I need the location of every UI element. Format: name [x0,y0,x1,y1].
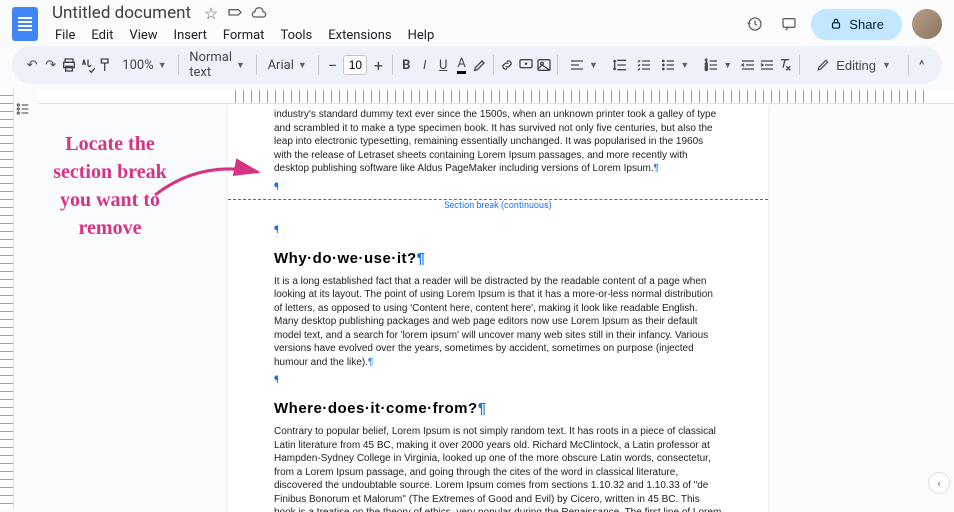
menu-extensions[interactable]: Extensions [321,25,398,46]
line-spacing-dropdown[interactable] [606,55,634,75]
toolbar: ↶ ↷ 100%▼ Normal text▼ Arial▼ − + B I U … [12,46,942,84]
font-dropdown[interactable]: Arial▼ [262,56,313,75]
menubar: File Edit View Insert Format Tools Exten… [48,25,743,46]
comments-icon[interactable] [777,12,801,36]
annotation-text: Locate the section break you want to rem… [40,130,180,242]
body-paragraph[interactable]: It is a long established fact that a rea… [274,275,722,370]
share-label: Share [849,17,884,32]
insert-comment-button[interactable] [517,52,533,78]
svg-text:3: 3 [705,66,708,72]
paint-format-button[interactable] [98,52,114,78]
font-size-increase[interactable]: + [369,55,387,75]
numbered-list-dropdown[interactable]: 123▼ [697,55,738,75]
font-size-decrease[interactable]: − [323,55,341,75]
editing-mode-dropdown[interactable]: Editing ▼ [804,54,903,77]
heading-where[interactable]: Where·does·it·come·from?¶ [274,400,722,417]
style-dropdown[interactable]: Normal text▼ [183,48,251,82]
cloud-status-icon[interactable] [251,5,267,21]
title-area: Untitled document ☆ File Edit View Inser… [48,2,743,46]
underline-button[interactable]: U [435,52,451,78]
history-icon[interactable] [743,12,767,36]
font-size-input[interactable] [343,55,367,75]
italic-button[interactable]: I [417,52,433,78]
spellcheck-button[interactable] [79,52,95,78]
insert-image-button[interactable] [536,52,552,78]
indent-increase-button[interactable] [759,52,775,78]
collapse-toolbar-button[interactable]: ^ [914,52,930,78]
bullet-list-dropdown[interactable]: ▼ [654,55,695,75]
docs-logo-icon[interactable] [12,7,38,41]
menu-help[interactable]: Help [401,25,442,46]
document-title[interactable]: Untitled document [48,2,195,24]
heading-why[interactable]: Why·do·we·use·it?¶ [274,250,722,267]
bold-button[interactable]: B [398,52,414,78]
zoom-dropdown[interactable]: 100%▼ [116,56,172,75]
menu-file[interactable]: File [48,25,82,46]
text-color-button[interactable]: A [453,52,469,78]
explore-button[interactable]: ‹ [928,472,950,494]
menu-format[interactable]: Format [216,25,272,46]
redo-button[interactable]: ↷ [42,52,58,78]
empty-paragraph[interactable]: ¶ [274,182,722,193]
vertical-ruler [0,88,14,510]
empty-paragraph[interactable]: ¶ [274,225,722,236]
move-icon[interactable] [227,5,243,21]
insert-link-button[interactable] [499,52,515,78]
menu-tools[interactable]: Tools [273,25,319,46]
print-button[interactable] [61,52,77,78]
body-paragraph[interactable]: industry's standard dummy text ever sinc… [274,108,722,176]
empty-paragraph[interactable]: ¶ [274,375,722,386]
section-break-indicator[interactable]: Section break (continuous) [228,199,768,219]
align-dropdown[interactable]: ▼ [563,55,604,75]
clear-formatting-button[interactable] [777,52,793,78]
undo-button[interactable]: ↶ [24,52,40,78]
horizontal-ruler [38,90,954,104]
section-break-label: Section break (continuous) [440,201,556,211]
font-size-stepper: − + [323,55,387,75]
document-page[interactable]: industry's standard dummy text ever sinc… [228,104,768,512]
indent-decrease-button[interactable] [740,52,756,78]
menu-edit[interactable]: Edit [84,25,120,46]
menu-insert[interactable]: Insert [167,25,214,46]
checklist-button[interactable] [636,52,652,78]
star-icon[interactable]: ☆ [203,5,219,21]
avatar[interactable] [912,9,942,39]
body-paragraph[interactable]: Contrary to popular belief, Lorem Ipsum … [274,425,722,512]
share-button[interactable]: Share [811,9,902,40]
menu-view[interactable]: View [122,25,164,46]
app-header: Untitled document ☆ File Edit View Inser… [0,0,954,44]
highlight-button[interactable] [472,52,488,78]
